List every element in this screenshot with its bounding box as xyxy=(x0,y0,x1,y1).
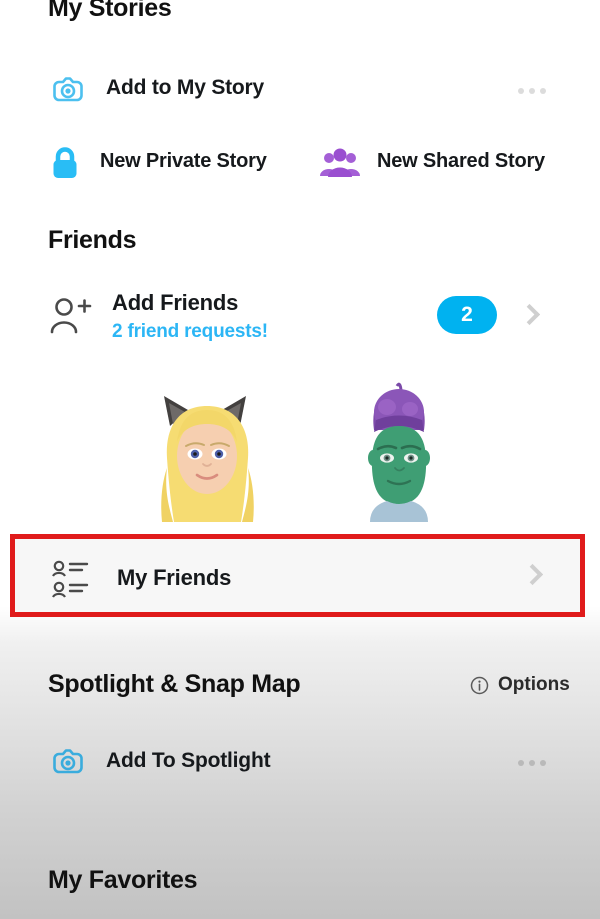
info-circle-icon xyxy=(470,676,489,694)
camera-icon xyxy=(46,740,90,784)
bitmoji-green-purple-hair[interactable] xyxy=(340,382,458,522)
camera-icon xyxy=(46,68,90,112)
add-person-icon xyxy=(46,292,94,340)
chevron-right-icon[interactable] xyxy=(518,303,541,326)
spotlight-options-label: Options xyxy=(498,674,570,695)
add-to-spotlight-label: Add To Spotlight xyxy=(106,749,271,772)
friends-section-title: Friends xyxy=(48,226,137,254)
my-stories-section-title: My Stories xyxy=(48,0,172,22)
lock-icon xyxy=(48,143,82,185)
my-friends-row[interactable]: My Friends xyxy=(10,534,585,617)
add-to-my-story-row[interactable]: Add to My Story xyxy=(0,62,600,118)
spotlight-snap-map-section-title: Spotlight & Snap Map xyxy=(48,670,301,698)
new-shared-story-label[interactable]: New Shared Story xyxy=(377,150,545,173)
add-friends-label: Add Friends xyxy=(112,290,239,315)
add-to-my-story-label: Add to My Story xyxy=(106,76,264,99)
add-friends-row[interactable]: Add Friends 2 friend requests! 2 xyxy=(0,282,600,356)
more-options-dots-icon[interactable] xyxy=(518,760,546,766)
bitmoji-blonde-cat-ears[interactable] xyxy=(140,382,275,522)
spotlight-options-button[interactable]: Options xyxy=(470,674,570,696)
friend-avatars-strip xyxy=(0,378,600,522)
chevron-right-icon[interactable] xyxy=(521,563,544,586)
friends-list-icon xyxy=(49,557,95,603)
my-friends-label: My Friends xyxy=(117,565,232,590)
my-favorites-section-title: My Favorites xyxy=(48,866,198,894)
story-type-row: New Private Story New Shared Story xyxy=(0,140,600,190)
friend-requests-badge: 2 xyxy=(437,296,497,334)
friend-requests-subtitle[interactable]: 2 friend requests! xyxy=(112,321,268,343)
new-private-story-label[interactable]: New Private Story xyxy=(100,150,267,173)
more-options-dots-icon[interactable] xyxy=(518,88,546,94)
add-to-spotlight-row[interactable]: Add To Spotlight xyxy=(0,738,600,790)
group-people-icon xyxy=(318,146,362,184)
